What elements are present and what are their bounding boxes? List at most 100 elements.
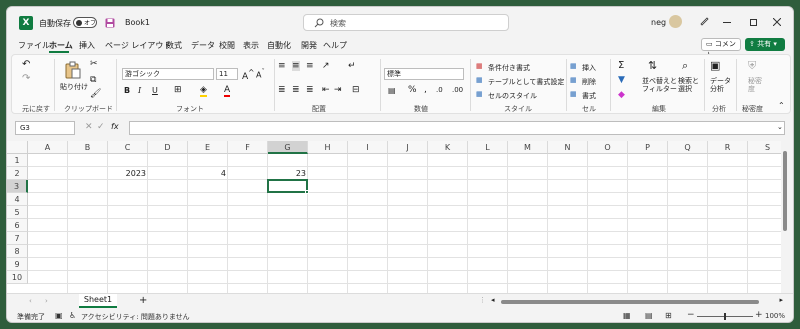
fill-handle[interactable] (305, 190, 309, 194)
fill-icon[interactable]: ▼ (618, 75, 625, 85)
clear-icon[interactable]: ◆ (618, 90, 625, 100)
expand-formula-icon[interactable]: ⌄ (777, 123, 783, 131)
conditional-format-button[interactable]: 条件付き書式 (488, 63, 530, 73)
maximize-icon[interactable] (745, 15, 761, 29)
tab-insert[interactable]: 挿入 (79, 40, 95, 51)
column-header-o[interactable]: O (588, 141, 628, 154)
indent-decrease-icon[interactable]: ⇤ (322, 85, 330, 95)
column-header-a[interactable]: A (28, 141, 68, 154)
sheet-tab[interactable]: Sheet1 (79, 294, 117, 308)
column-header-c[interactable]: C (108, 141, 148, 154)
zoom-slider[interactable] (697, 313, 753, 320)
avatar[interactable] (669, 15, 682, 28)
row-header-7[interactable]: 7 (7, 232, 28, 245)
column-header-j[interactable]: J (388, 141, 428, 154)
accessibility-icon[interactable]: ♿ (69, 311, 76, 320)
tab-formulas[interactable]: 数式 (166, 40, 182, 51)
table-format-button[interactable]: テーブルとして書式設定 (488, 77, 564, 87)
zoom-out-icon[interactable]: − (687, 310, 695, 320)
undo-icon[interactable]: ↶ (22, 59, 30, 70)
cancel-icon[interactable]: ✕ (85, 122, 93, 132)
cut-icon[interactable]: ✂ (90, 59, 98, 69)
column-header-g[interactable]: G (268, 141, 308, 154)
column-header-p[interactable]: P (628, 141, 668, 154)
autosave-toggle[interactable]: オフ (73, 17, 97, 28)
italic-icon[interactable]: I (138, 86, 141, 95)
insert-cells-icon[interactable]: ▦ (570, 62, 577, 70)
tab-file[interactable]: ファイル (18, 40, 50, 51)
normal-view-icon[interactable]: ▦ (623, 311, 631, 320)
accounting-icon[interactable]: ▤ (388, 86, 396, 95)
macro-record-icon[interactable]: ▣ (55, 311, 63, 320)
data-analysis-button[interactable]: データ 分析 (710, 77, 731, 93)
cell-e2[interactable]: 4 (188, 167, 228, 180)
column-header-d[interactable]: D (148, 141, 188, 154)
paste-icon[interactable] (64, 61, 82, 79)
cell-c2[interactable]: 2023 (108, 167, 148, 180)
column-header-n[interactable]: N (548, 141, 588, 154)
sort-filter-button[interactable]: 並べ替えと フィルター (642, 77, 677, 93)
worksheet-grid[interactable]: A B C D E F G H I J K L M N O P Q R S 1 2 3 4 5 6 7 8 9 10 2023 4 23 (7, 141, 789, 293)
merge-center-icon[interactable]: ⊟ (352, 85, 360, 95)
save-icon[interactable] (105, 18, 115, 28)
sensitivity-icon[interactable]: ⛨ (748, 59, 756, 73)
align-bottom-icon[interactable]: ≡ (306, 61, 314, 71)
name-box[interactable]: G3 (15, 121, 75, 135)
enter-icon[interactable]: ✓ (97, 122, 105, 132)
font-name-select[interactable]: 游ゴシック (122, 68, 214, 80)
ribbon-collapse-icon[interactable]: ⌃ (778, 101, 785, 110)
table-format-icon[interactable]: ▦ (476, 76, 483, 84)
format-cells-icon[interactable]: ▦ (570, 90, 577, 98)
tab-data[interactable]: データ (191, 40, 215, 51)
border-icon[interactable]: ⊞ (174, 85, 182, 95)
delete-cells-button[interactable]: 削除 (582, 77, 596, 87)
sort-filter-icon[interactable]: ⇅ (648, 59, 657, 72)
comments-button[interactable]: ▭ コメント (701, 38, 741, 59)
font-color-icon[interactable]: A (224, 85, 231, 97)
page-break-view-icon[interactable]: ⊞ (665, 311, 672, 320)
align-left-icon[interactable]: ≣ (278, 85, 286, 95)
insert-function-icon[interactable]: fx (111, 122, 119, 131)
column-header-k[interactable]: K (428, 141, 468, 154)
align-center-icon[interactable]: ≣ (292, 85, 300, 95)
align-right-icon[interactable]: ≣ (306, 85, 314, 95)
sheet-options-icon[interactable]: ⋮ (479, 296, 486, 304)
page-layout-view-icon[interactable]: ▤ (645, 311, 653, 320)
percent-icon[interactable]: % (408, 85, 417, 95)
font-size-select[interactable]: 11 (216, 68, 238, 80)
tab-help[interactable]: ヘルプ (323, 40, 347, 51)
share-button[interactable]: ⇪ 共有 ▾ (745, 38, 785, 51)
zoom-in-icon[interactable]: + (755, 310, 763, 320)
cell-style-button[interactable]: セルのスタイル (488, 91, 537, 101)
sensitivity-button[interactable]: 秘密 度 (748, 77, 762, 93)
tab-automate[interactable]: 自動化 (267, 40, 291, 51)
selected-cell-outline[interactable] (267, 179, 309, 194)
column-header-i[interactable]: I (348, 141, 388, 154)
pen-icon[interactable] (699, 16, 709, 26)
row-header-10[interactable]: 10 (7, 271, 28, 284)
format-painter-icon[interactable]: 🖌 (90, 89, 101, 99)
column-header-l[interactable]: L (468, 141, 508, 154)
delete-cells-icon[interactable]: ▦ (570, 76, 577, 84)
formula-input[interactable] (129, 121, 785, 135)
search-box[interactable]: 検索 (303, 14, 509, 31)
orientation-icon[interactable]: ↗ (322, 61, 330, 71)
conditional-format-icon[interactable]: ▦ (476, 62, 483, 70)
increase-font-icon[interactable]: A^ (242, 68, 254, 82)
column-header-b[interactable]: B (68, 141, 108, 154)
tab-developer[interactable]: 開発 (301, 40, 317, 51)
tab-review[interactable]: 校閲 (219, 40, 235, 51)
decrease-decimal-icon[interactable]: .00 (452, 86, 463, 94)
minimize-icon[interactable] (719, 15, 735, 29)
decrease-font-icon[interactable]: Aˇ (256, 68, 265, 80)
column-header-r[interactable]: R (708, 141, 748, 154)
tab-view[interactable]: 表示 (243, 40, 259, 51)
align-top-icon[interactable]: ≡ (278, 61, 286, 71)
zoom-level[interactable]: 100% (765, 312, 785, 320)
row-header-8[interactable]: 8 (7, 245, 28, 258)
number-format-select[interactable]: 標準 (384, 68, 464, 80)
vertical-scrollbar[interactable] (781, 141, 789, 293)
sum-icon[interactable]: Σ (618, 60, 624, 71)
row-header-2[interactable]: 2 (7, 167, 28, 180)
increase-decimal-icon[interactable]: .0 (436, 86, 443, 94)
